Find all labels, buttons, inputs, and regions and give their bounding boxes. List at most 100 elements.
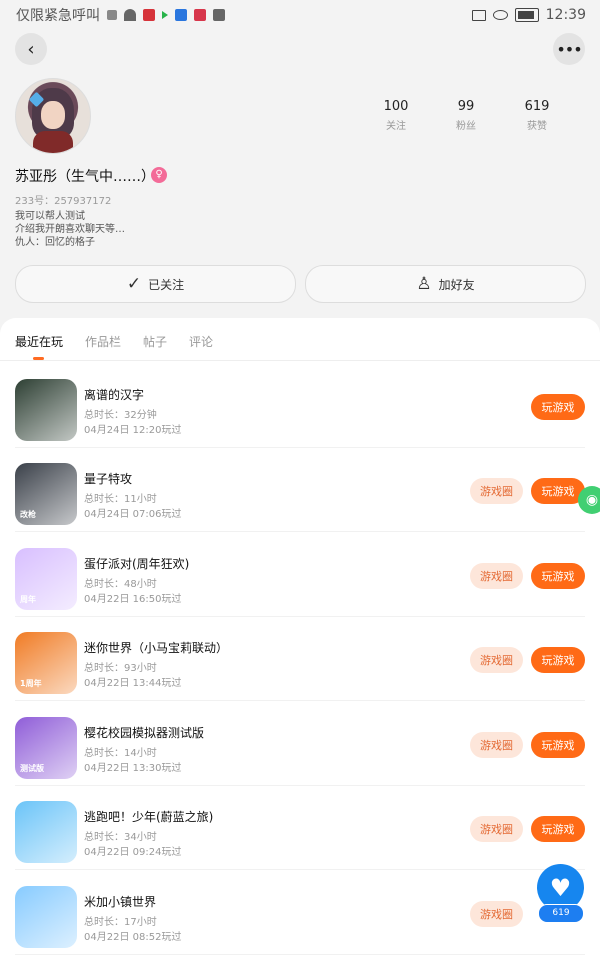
profile-uid: 233号：257937172 bbox=[15, 196, 112, 207]
play-game-button[interactable]: 玩游戏 bbox=[531, 816, 585, 842]
back-button[interactable]: ‹ bbox=[15, 33, 47, 65]
game-play-time: 总时长：11小时 bbox=[84, 494, 157, 505]
game-cover-label: 改枪 bbox=[20, 510, 36, 519]
status-right: 12:39 bbox=[471, 7, 586, 23]
battery-icon bbox=[514, 8, 539, 22]
game-title: 樱花校园模拟器测试版 bbox=[84, 726, 205, 740]
game-circle-button[interactable]: 游戏圈 bbox=[470, 901, 523, 927]
likes-count: 619 bbox=[524, 99, 550, 114]
signal-icon bbox=[107, 10, 117, 20]
game-circle-button[interactable]: 游戏圈 bbox=[470, 563, 523, 589]
fans-count: 99 bbox=[457, 99, 475, 114]
tab-bar: 最近在玩 作品栏 帖子 评论 bbox=[15, 333, 213, 360]
game-play-time: 总时长：93小时 bbox=[84, 663, 157, 674]
game-last-played: 04月22日 08:52玩过 bbox=[84, 932, 182, 943]
game-row[interactable]: 离谱的汉字 总时长：32分钟 04月24日 12:20玩过 玩游戏 bbox=[0, 364, 600, 448]
cast-icon bbox=[471, 9, 486, 21]
tab-recent[interactable]: 最近在玩 bbox=[15, 333, 63, 360]
avatar[interactable] bbox=[15, 78, 91, 154]
app-icon-3 bbox=[213, 9, 225, 21]
chevron-left-icon: ‹ bbox=[27, 38, 35, 60]
play-game-button[interactable]: 玩游戏 bbox=[531, 647, 585, 673]
tab-comments[interactable]: 评论 bbox=[189, 333, 213, 350]
mic-icon bbox=[143, 9, 155, 21]
tab-works[interactable]: 作品栏 bbox=[85, 333, 121, 350]
game-last-played: 04月24日 12:20玩过 bbox=[84, 425, 182, 436]
follow-count: 100 bbox=[383, 99, 409, 114]
game-last-played: 04月24日 07:06玩过 bbox=[84, 509, 182, 520]
game-row[interactable]: 测试版 樱花校园模拟器测试版 总时长：14小时 04月22日 13:30玩过 游… bbox=[0, 702, 600, 786]
game-circle-button[interactable]: 游戏圈 bbox=[470, 816, 523, 842]
likes-label: 获赞 bbox=[527, 121, 547, 132]
play-icon bbox=[162, 11, 168, 19]
game-cover-label: 1周年 bbox=[20, 679, 42, 688]
game-cover[interactable] bbox=[15, 886, 77, 948]
game-circle-button[interactable]: 游戏圈 bbox=[470, 478, 523, 504]
play-game-button[interactable]: 玩游戏 bbox=[531, 732, 585, 758]
game-row[interactable]: 逃跑吧！少年(蔚蓝之旅) 总时长：34小时 04月22日 09:24玩过 游戏圈… bbox=[0, 786, 600, 870]
add-friend-label: 加好友 bbox=[438, 277, 475, 292]
followed-button[interactable]: ✓ 已关注 bbox=[15, 265, 296, 303]
game-cover-label: 周年 bbox=[20, 595, 36, 604]
eye-icon bbox=[492, 10, 508, 20]
app-icon-2 bbox=[194, 9, 206, 21]
game-title: 量子特攻 bbox=[84, 472, 133, 486]
game-play-time: 总时长：17小时 bbox=[84, 917, 157, 928]
game-assistant-icon[interactable]: ◉ bbox=[578, 486, 600, 514]
game-last-played: 04月22日 16:50玩过 bbox=[84, 594, 182, 605]
game-last-played: 04月22日 13:44玩过 bbox=[84, 678, 182, 689]
bio-line: 介绍我开朗喜欢聊天等… bbox=[15, 224, 125, 235]
game-play-time: 总时长：34小时 bbox=[84, 832, 157, 843]
game-row[interactable]: 米加小镇世界 总时长：17小时 04月22日 08:52玩过 游戏圈 bbox=[0, 871, 600, 955]
follow-label: 关注 bbox=[386, 121, 406, 132]
tab-posts[interactable]: 帖子 bbox=[143, 333, 167, 350]
profile-name: 苏亚彤（生气中……） bbox=[15, 169, 155, 185]
game-play-time: 总时长：14小时 bbox=[84, 748, 157, 759]
add-user-icon: ♙ bbox=[416, 274, 432, 294]
app-icon-1 bbox=[175, 9, 187, 21]
game-title: 离谱的汉字 bbox=[84, 388, 145, 402]
game-last-played: 04月22日 09:24玩过 bbox=[84, 847, 182, 858]
followed-label: 已关注 bbox=[148, 277, 185, 292]
game-circle-button[interactable]: 游戏圈 bbox=[470, 647, 523, 673]
game-last-played: 04月22日 13:30玩过 bbox=[84, 763, 182, 774]
play-game-button[interactable]: 玩游戏 bbox=[531, 478, 585, 504]
bio-line: 仇人：回忆的格子 bbox=[15, 237, 95, 248]
game-row[interactable]: 周年 蛋仔派对(周年狂欢) 总时长：48小时 04月22日 16:50玩过 游戏… bbox=[0, 533, 600, 617]
game-cover[interactable]: 改枪 bbox=[15, 463, 77, 525]
game-row[interactable]: 1周年 迷你世界（小马宝莉联动） 总时长：93小时 04月22日 13:44玩过… bbox=[0, 617, 600, 701]
game-play-time: 总时长：48小时 bbox=[84, 579, 157, 590]
game-cover[interactable]: 1周年 bbox=[15, 632, 77, 694]
game-cover[interactable] bbox=[15, 801, 77, 863]
game-circle-button[interactable]: 游戏圈 bbox=[470, 732, 523, 758]
likes-badge: 619 bbox=[538, 904, 584, 923]
likes-stat[interactable]: 619 获赞 bbox=[507, 99, 567, 132]
time-text: 12:39 bbox=[545, 7, 586, 23]
status-bar: 仅限紧急呼叫 12:39 bbox=[0, 0, 600, 30]
game-cover[interactable]: 周年 bbox=[15, 548, 77, 610]
fans-label: 粉丝 bbox=[456, 121, 476, 132]
female-icon: ♀ bbox=[151, 167, 167, 183]
game-cover[interactable] bbox=[15, 379, 77, 441]
bio-line: 我可以帮人测试 bbox=[15, 211, 85, 222]
fans-stat[interactable]: 99 粉丝 bbox=[436, 99, 496, 132]
play-game-button[interactable]: 玩游戏 bbox=[531, 394, 585, 420]
check-icon: ✓ bbox=[126, 274, 142, 294]
emergency-text: 仅限紧急呼叫 bbox=[16, 8, 100, 24]
follow-stat[interactable]: 100 关注 bbox=[366, 99, 426, 132]
game-title: 蛋仔派对(周年狂欢) bbox=[84, 557, 190, 571]
play-game-button[interactable]: 玩游戏 bbox=[531, 563, 585, 589]
game-cover-label: 测试版 bbox=[20, 764, 44, 773]
tab-divider bbox=[0, 360, 600, 361]
game-title: 逃跑吧！少年(蔚蓝之旅) bbox=[84, 810, 214, 824]
add-friend-button[interactable]: ♙ 加好友 bbox=[305, 265, 586, 303]
game-cover[interactable]: 测试版 bbox=[15, 717, 77, 779]
avatar-face-shape bbox=[41, 101, 65, 129]
game-row[interactable]: 改枪 量子特攻 总时长：11小时 04月24日 07:06玩过 游戏圈 玩游戏 bbox=[0, 448, 600, 532]
heart-icon: ♥ bbox=[549, 873, 572, 902]
more-button[interactable]: ••• bbox=[553, 33, 585, 65]
profile-bio: 我可以帮人测试 介绍我开朗喜欢聊天等… 仇人：回忆的格子 bbox=[15, 210, 125, 249]
avatar-body-shape bbox=[33, 131, 73, 153]
game-title: 迷你世界（小马宝莉联动） bbox=[84, 641, 229, 655]
game-title: 米加小镇世界 bbox=[84, 895, 157, 909]
